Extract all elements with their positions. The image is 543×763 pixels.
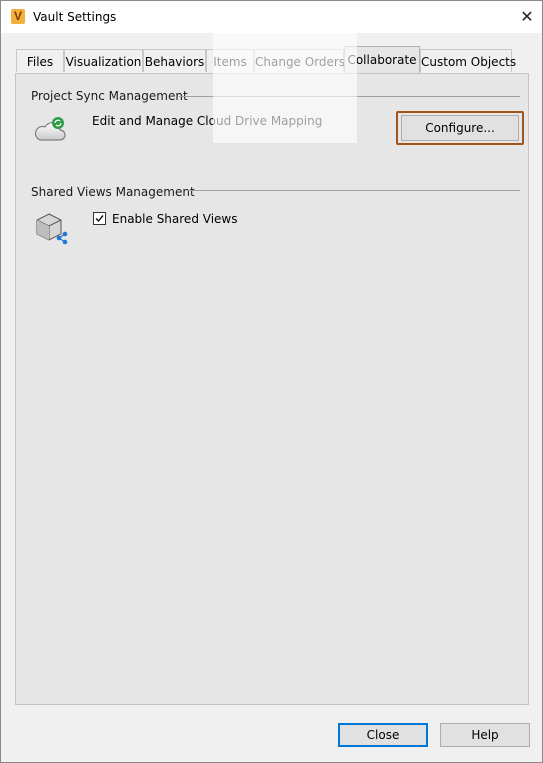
project-sync-group-label: Project Sync Management [31, 89, 188, 103]
tab-behaviors[interactable]: Behaviors [143, 49, 206, 72]
tab-files[interactable]: Files [16, 49, 64, 72]
tab-visualization[interactable]: Visualization [64, 49, 143, 72]
tab-collaborate[interactable]: Collaborate [344, 46, 420, 73]
shared-views-group-label: Shared Views Management [31, 185, 195, 199]
close-button[interactable]: Close [338, 723, 428, 747]
collaborate-panel [15, 73, 529, 705]
tab-change-orders[interactable]: Change Orders [254, 49, 345, 72]
cloud-sync-icon [33, 115, 67, 143]
shared-views-cube-icon [34, 212, 68, 246]
tab-custom-objects[interactable]: Custom Objects [420, 49, 516, 72]
close-window-button[interactable]: ✕ [512, 1, 542, 33]
title-bar[interactable]: V Vault Settings ✕ [1, 1, 542, 33]
window-title: Vault Settings [33, 10, 117, 24]
vault-app-icon: V [11, 9, 25, 24]
enable-shared-views-label[interactable]: Enable Shared Views [112, 212, 237, 226]
enable-shared-views-checkbox[interactable] [93, 212, 106, 225]
configure-button[interactable]: Configure... [401, 115, 519, 141]
project-sync-divider [179, 96, 520, 97]
cloud-drive-mapping-label: Edit and Manage Cloud Drive Mapping [92, 114, 323, 128]
shared-views-divider [187, 190, 520, 191]
close-icon: ✕ [520, 7, 534, 26]
checkmark-icon [95, 215, 104, 223]
help-button[interactable]: Help [440, 723, 530, 747]
vault-settings-dialog: V Vault Settings ✕ Files Visualization B… [0, 0, 543, 763]
tab-items[interactable]: Items [206, 49, 254, 72]
